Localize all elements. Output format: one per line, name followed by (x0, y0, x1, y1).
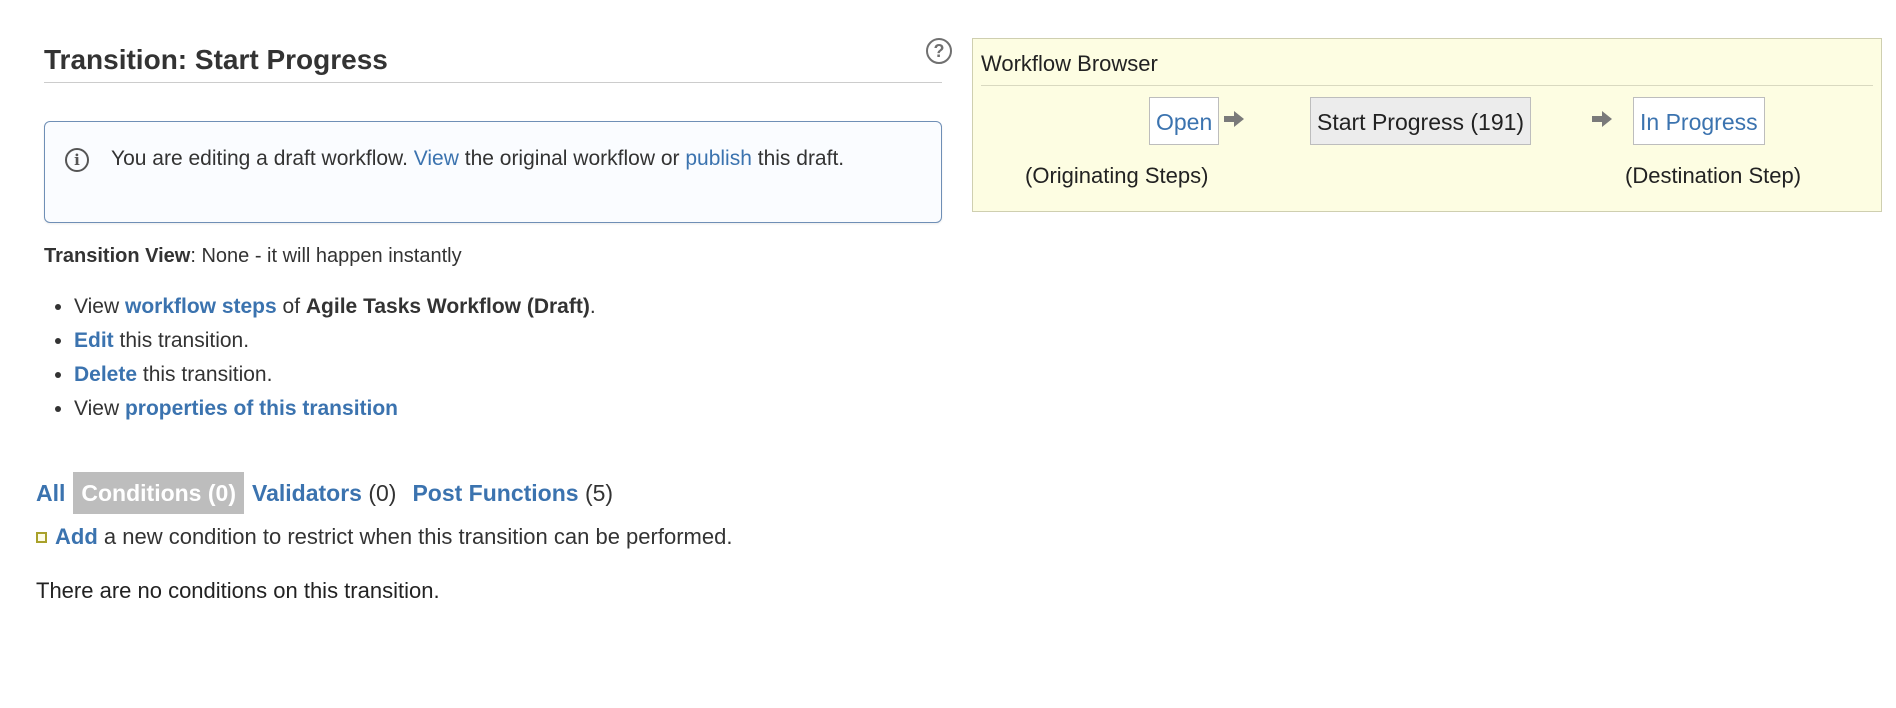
tab-count: (0) (207, 480, 236, 506)
action-text: View (74, 295, 120, 318)
destination-step-link[interactable]: In Progress (1633, 97, 1765, 145)
info-icon: i (65, 148, 89, 172)
list-item: View properties of this transition (74, 392, 942, 426)
draft-info-message: i You are editing a draft workflow. View… (44, 121, 942, 223)
transition-panel: Transition: Start Progress ? i You are e… (44, 36, 952, 426)
arrow-right-icon (1224, 111, 1244, 127)
add-condition-link[interactable]: Add (55, 524, 98, 550)
origin-step-link[interactable]: Open (1149, 97, 1220, 145)
info-text: You are editing a draft workflow. View t… (111, 142, 891, 176)
workflow-browser: Workflow Browser Open Start Progress (19… (972, 38, 1882, 212)
add-square-icon (36, 531, 47, 543)
add-condition-text: a new condition to restrict when this tr… (103, 524, 733, 549)
no-conditions-message: There are no conditions on this transiti… (36, 578, 440, 603)
action-text: View (74, 397, 120, 420)
transition-properties-link[interactable]: properties of this transition (125, 397, 398, 420)
tab-count: (5) (584, 480, 614, 506)
tab-conditions[interactable]: Conditions (0) (73, 472, 244, 514)
list-item: Delete this transition. (74, 358, 942, 392)
divider (981, 85, 1873, 86)
workflow-name: Agile Tasks Workflow (Draft) (305, 295, 590, 318)
workflow-browser-title: Workflow Browser (981, 51, 1158, 76)
tab-all[interactable]: All (36, 472, 73, 514)
publish-link[interactable]: publish (685, 147, 752, 170)
list-item: Edit this transition. (74, 324, 942, 358)
page-title: Transition: Start Progress (44, 44, 388, 75)
current-transition: Start Progress (191) (1310, 97, 1532, 145)
transition-view-value: : None - it will happen instantly (190, 245, 462, 267)
action-text: of (282, 295, 301, 318)
action-text: this transition. (142, 363, 273, 386)
info-text-after: this draft. (757, 147, 845, 170)
info-text-mid: the original workflow or (464, 147, 680, 170)
tab-count: (0) (368, 480, 397, 506)
title-row: Transition: Start Progress ? (44, 36, 952, 83)
tab-validators[interactable]: Validators (0) (244, 472, 404, 514)
tab-label: Validators (252, 480, 362, 506)
workflow-steps-link[interactable]: workflow steps (125, 295, 277, 318)
arrow-right-icon (1592, 111, 1612, 127)
action-list: View workflow steps of Agile Tasks Workf… (44, 290, 942, 426)
list-item: View workflow steps of Agile Tasks Workf… (74, 290, 942, 324)
info-text-before: You are editing a draft workflow. (111, 147, 408, 170)
tab-post-functions[interactable]: Post Functions (5) (404, 472, 621, 514)
tab-label: All (36, 480, 66, 506)
originating-steps-label: (Originating Steps) (1025, 163, 1209, 188)
action-text: . (589, 295, 596, 318)
view-original-link[interactable]: View (414, 147, 459, 170)
action-text: this transition. (119, 329, 250, 352)
transition-tabs: All Conditions (0) Validators (0) Post F… (36, 472, 621, 514)
edit-transition-link[interactable]: Edit (74, 329, 114, 352)
transition-view: Transition View: None - it will happen i… (44, 245, 942, 268)
add-condition-row: Add a new condition to restrict when thi… (36, 524, 732, 550)
delete-transition-link[interactable]: Delete (74, 363, 137, 386)
help-icon[interactable]: ? (926, 38, 952, 64)
transition-view-label: Transition View (44, 245, 191, 267)
tab-label: Conditions (81, 480, 202, 506)
tab-label: Post Functions (412, 480, 579, 506)
destination-step-label: (Destination Step) (1625, 163, 1802, 188)
